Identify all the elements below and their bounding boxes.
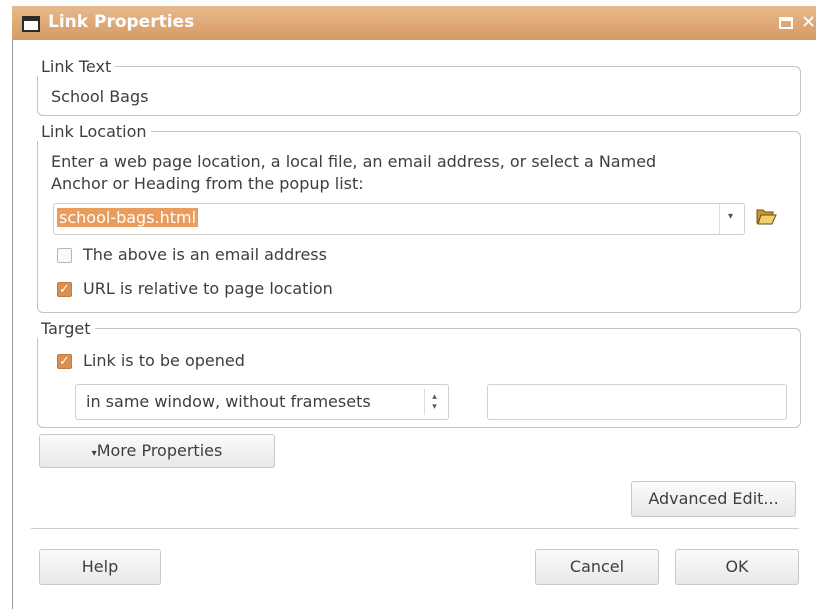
- email-checkbox-label[interactable]: The above is an email address: [83, 245, 327, 264]
- url-input[interactable]: school-bags.html: [57, 208, 199, 227]
- advanced-edit-button[interactable]: Advanced Edit...: [631, 481, 796, 517]
- location-instruction-line1: Enter a web page location, a local file,…: [51, 152, 657, 171]
- help-button[interactable]: Help: [39, 549, 161, 585]
- close-icon[interactable]: ✕: [801, 12, 816, 33]
- button-divider: [31, 528, 799, 529]
- window-title: Link Properties: [48, 12, 195, 32]
- target-name-input[interactable]: [487, 384, 787, 420]
- cancel-button[interactable]: Cancel: [535, 549, 659, 585]
- ok-button[interactable]: OK: [675, 549, 799, 585]
- more-properties-button[interactable]: ▾More Properties: [39, 434, 275, 468]
- folder-open-icon[interactable]: [755, 206, 777, 226]
- relative-url-checkbox[interactable]: ✓: [57, 282, 72, 297]
- window-icon: [22, 16, 40, 32]
- title-bar[interactable]: Link Properties ✕: [12, 6, 816, 41]
- window-select-value: in same window, without framesets: [86, 392, 371, 411]
- email-checkbox[interactable]: [57, 248, 72, 263]
- link-text-group: [37, 66, 801, 116]
- link-location-legend: Link Location: [37, 122, 151, 141]
- link-text-legend: Link Text: [37, 57, 116, 76]
- url-combobox[interactable]: school-bags.html ▾: [53, 203, 745, 235]
- target-legend: Target: [37, 319, 95, 338]
- dialog-body: Link Text School Bags Link Location Ente…: [12, 40, 816, 609]
- chevron-down-icon: ▾: [728, 211, 734, 222]
- open-link-checkbox[interactable]: ✓: [57, 354, 72, 369]
- maximize-icon[interactable]: [779, 17, 793, 29]
- more-properties-label: More Properties: [96, 441, 223, 460]
- window-select[interactable]: in same window, without framesets ▴ ▾: [75, 384, 449, 420]
- location-instruction-line2: Anchor or Heading from the popup list:: [51, 174, 364, 193]
- relative-url-checkbox-label[interactable]: URL is relative to page location: [83, 279, 333, 298]
- url-dropdown-toggle[interactable]: ▾: [719, 204, 744, 234]
- link-text-field[interactable]: School Bags: [51, 87, 148, 106]
- up-down-arrows-icon: ▴ ▾: [424, 389, 444, 415]
- open-link-checkbox-label[interactable]: Link is to be opened: [83, 351, 245, 370]
